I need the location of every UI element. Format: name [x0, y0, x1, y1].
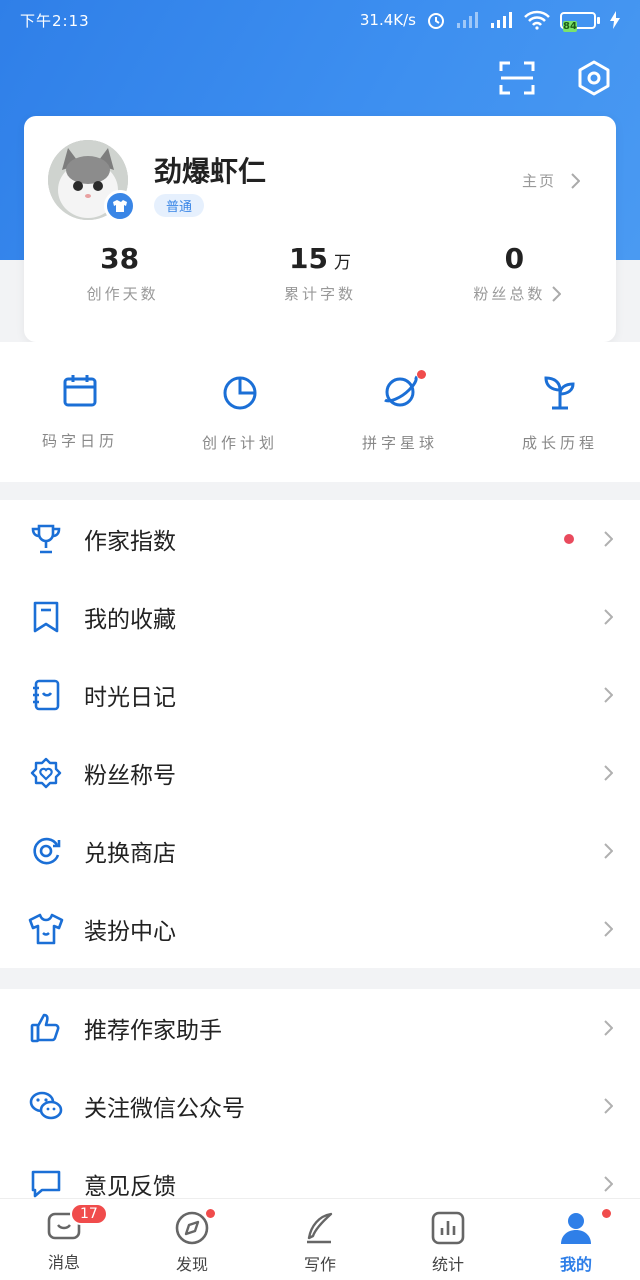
chevron-right-icon [604, 921, 613, 937]
tshirt-icon [28, 913, 64, 945]
menu-item-favorites[interactable]: 我的收藏 [0, 578, 640, 656]
chevron-right-icon [604, 843, 613, 859]
chevron-right-icon [604, 531, 613, 547]
chat-bubble-icon [31, 1170, 61, 1198]
chevron-right-icon [604, 687, 613, 703]
menu-item-wechat[interactable]: 关注微信公众号 [0, 1067, 640, 1145]
badge-heart-icon [30, 757, 62, 789]
stat-total-fans[interactable]: 0 粉丝总数 [419, 242, 616, 304]
status-bar: 下午2:13 31.4K/s 84 [0, 0, 640, 40]
quick-action-plan[interactable]: 创作计划 [160, 342, 320, 482]
tab-discover[interactable]: 发现 [128, 1199, 256, 1280]
planet-icon [384, 375, 418, 407]
sprout-icon [544, 376, 575, 410]
pie-chart-icon [223, 376, 257, 410]
compass-icon [175, 1211, 209, 1245]
unread-badge: 17 [70, 1203, 108, 1225]
bottom-tab-bar: 17 消息 发现 写作 统计 我的 [0, 1198, 640, 1280]
tshirt-icon [113, 200, 127, 212]
chevron-right-icon [604, 765, 613, 781]
menu-group-more: 推荐作家助手 关注微信公众号 意见反馈 [0, 989, 640, 1198]
scan-icon [499, 61, 535, 95]
charging-icon [610, 11, 620, 29]
quick-action-calendar[interactable]: 码字日历 [0, 342, 160, 482]
stats-row: 38 创作天数 15 万 累计字数 0 粉丝总数 [24, 242, 616, 304]
menu-item-exchange-store[interactable]: 兑换商店 [0, 812, 640, 890]
chevron-right-icon [604, 1020, 613, 1036]
dressup-badge [104, 190, 136, 222]
exchange-icon [33, 837, 61, 865]
alarm-icon [428, 13, 444, 29]
quill-icon [307, 1212, 333, 1244]
status-time: 下午2:13 [20, 11, 90, 30]
tab-stats[interactable]: 统计 [384, 1199, 512, 1280]
chevron-right-icon [604, 1098, 613, 1114]
tab-me[interactable]: 我的 [512, 1199, 640, 1280]
notification-dot [206, 1209, 215, 1218]
stat-total-words: 15 万 累计字数 [283, 242, 356, 303]
menu-group-account: 作家指数 我的收藏 时光日记 粉丝称号 兑换商店 装扮中心 [0, 500, 640, 968]
wechat-icon [29, 1091, 63, 1120]
homepage-label: 主页 [521, 172, 556, 190]
menu-item-fan-title[interactable]: 粉丝称号 [0, 734, 640, 812]
bookmark-icon [33, 601, 59, 633]
chevron-right-icon [604, 1176, 613, 1192]
menu-item-writer-index[interactable]: 作家指数 [0, 500, 640, 578]
level-badge: 普通 [154, 194, 205, 217]
scan-button[interactable] [497, 58, 537, 98]
chevron-right-icon [604, 609, 613, 625]
net-speed: 31.4K/s [359, 11, 416, 29]
menu-item-feedback[interactable]: 意见反馈 [0, 1145, 640, 1198]
settings-icon [578, 60, 610, 96]
signal-weak-icon [457, 12, 478, 28]
user-icon [561, 1213, 591, 1244]
quick-action-planet[interactable]: 拼字星球 [320, 342, 480, 482]
wifi-icon [524, 10, 550, 30]
chevron-right-icon [571, 172, 580, 189]
username: 劲爆虾仁 [154, 155, 267, 188]
chevron-right-icon [552, 285, 562, 302]
signal-icon [491, 12, 512, 28]
battery-icon: 84 [560, 11, 600, 32]
quick-actions: 码字日历 创作计划 拼字星球 成长历程 [0, 342, 640, 482]
calendar-icon [63, 375, 97, 407]
notification-dot [564, 534, 574, 544]
stat-creation-days: 38 创作天数 [86, 242, 159, 303]
quick-action-growth[interactable]: 成长历程 [480, 342, 640, 482]
diary-icon [33, 679, 60, 711]
profile-card: 劲爆虾仁 普通 主页 38 创作天数 15 万 累计字数 0 粉丝总数 [24, 116, 616, 342]
tab-write[interactable]: 写作 [256, 1199, 384, 1280]
settings-button[interactable] [574, 58, 614, 98]
notification-dot [417, 370, 426, 379]
thumbs-up-icon [30, 1013, 60, 1043]
menu-item-recommend[interactable]: 推荐作家助手 [0, 989, 640, 1067]
menu-item-dressup-center[interactable]: 装扮中心 [0, 890, 640, 968]
homepage-link[interactable]: 主页 [522, 170, 580, 191]
tab-messages[interactable]: 17 消息 [0, 1199, 128, 1280]
notification-dot [602, 1209, 611, 1218]
bar-chart-icon [431, 1211, 465, 1245]
trophy-icon [31, 524, 61, 554]
menu-item-diary[interactable]: 时光日记 [0, 656, 640, 734]
